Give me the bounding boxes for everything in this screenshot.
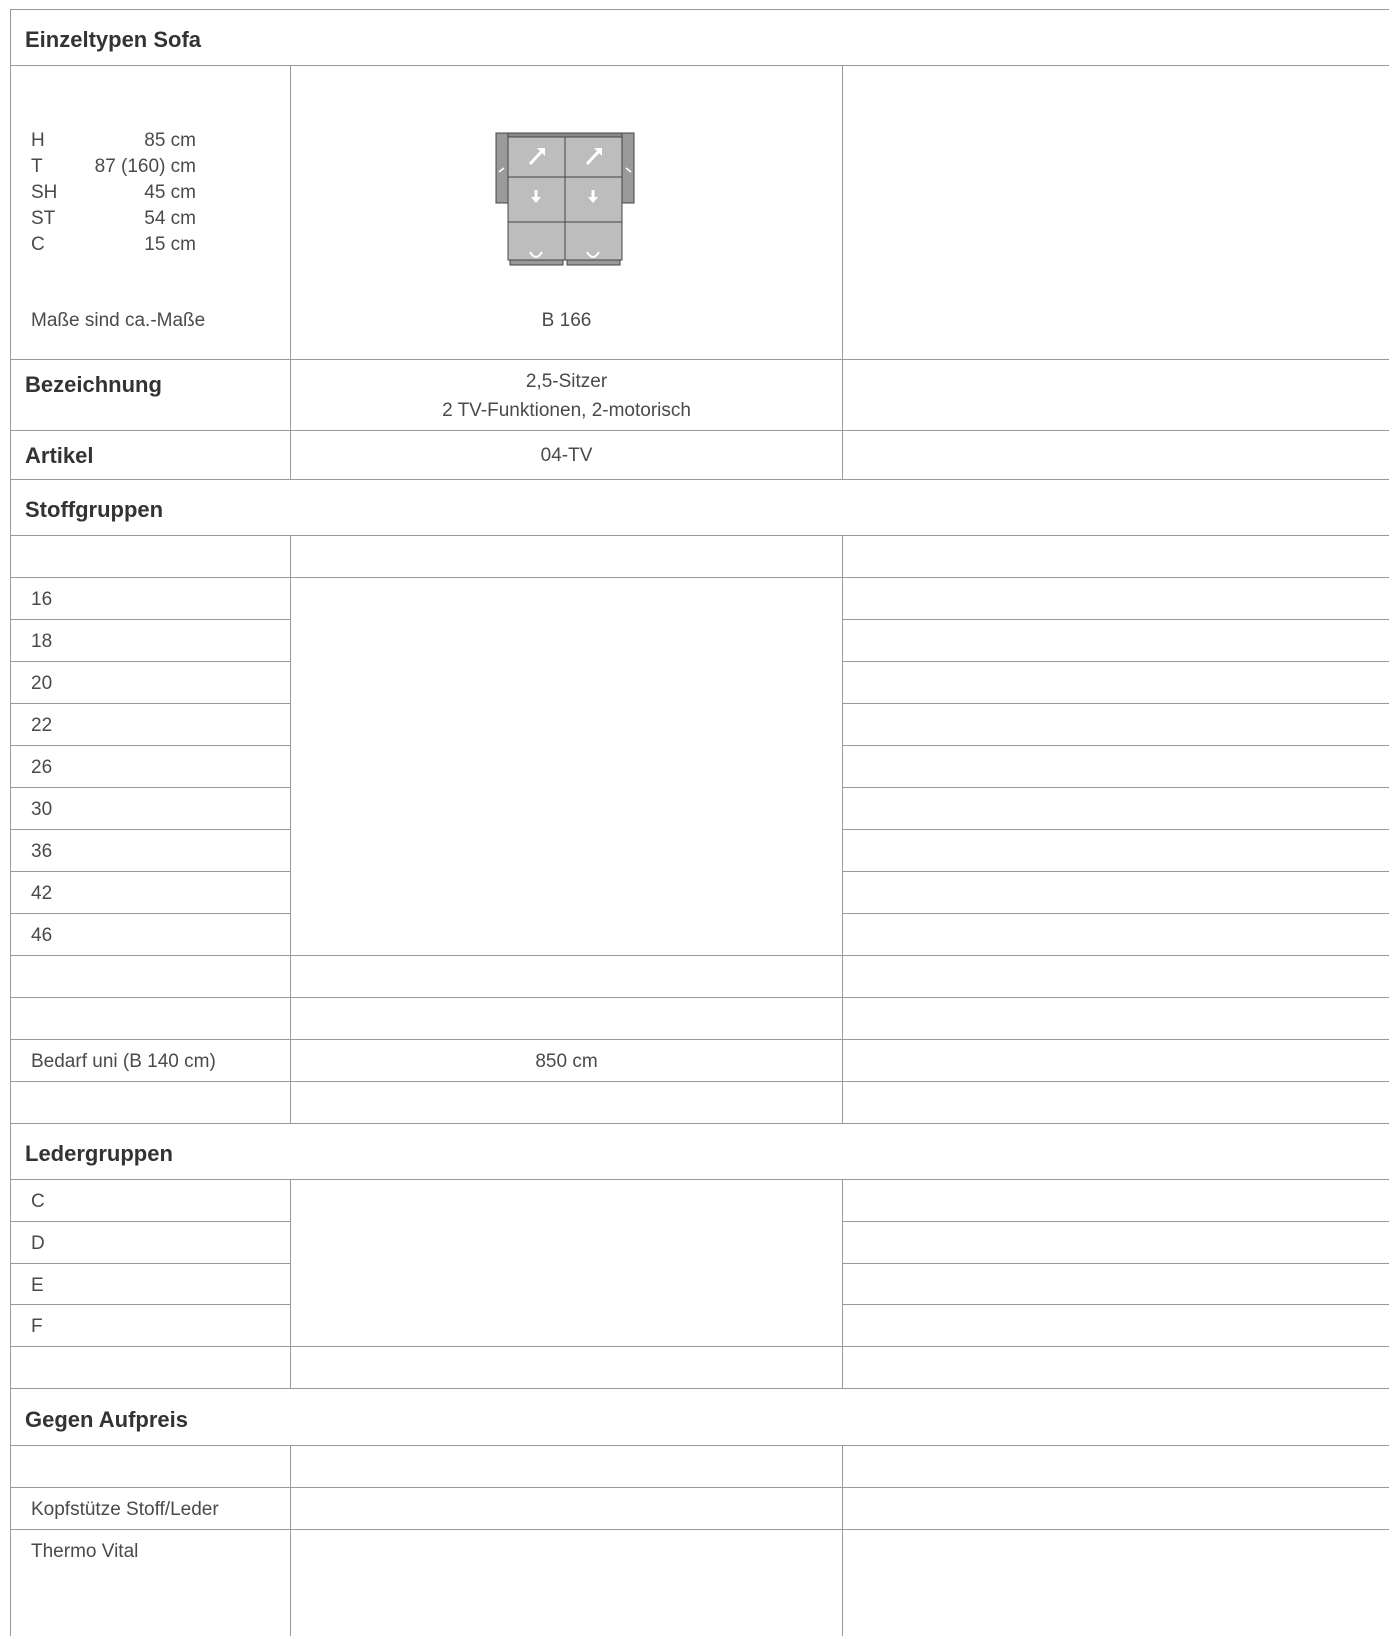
table-row: Thermo Vital <box>10 1529 1389 1636</box>
stoffgruppe-label: 16 <box>31 589 53 610</box>
stoffgruppe-label: 46 <box>31 925 53 946</box>
aufpreis-header: Gegen Aufpreis <box>10 1388 1389 1445</box>
table-row <box>10 535 1389 577</box>
spec-sheet: Einzeltypen Sofa H 85 cm T 87 (160) cm S… <box>10 9 1389 1636</box>
dimension-value: 87 (160) cm <box>94 156 196 177</box>
dimensions-row: H 85 cm T 87 (160) cm SH 45 cm ST 54 cm … <box>10 65 1389 359</box>
dimension-value: 85 cm <box>144 130 196 151</box>
bezeichnung-row: Bezeichnung 2,5-Sitzer 2 TV-Funktionen, … <box>10 359 1389 430</box>
stoffgruppen-header: Stoffgruppen <box>10 479 1389 535</box>
dimension-item: ST 54 cm <box>31 206 196 232</box>
ledergruppe-label: D <box>31 1233 45 1254</box>
dimension-item: SH 45 cm <box>31 180 196 206</box>
dimension-value: 45 cm <box>144 182 196 203</box>
ledergruppen-header: Ledergruppen <box>10 1123 1389 1179</box>
aufpreis-item: Kopfstütze Stoff/Leder <box>31 1499 219 1520</box>
artikel-label: Artikel <box>25 443 94 468</box>
dimension-item: T 87 (160) cm <box>31 154 196 180</box>
sofa-diagram-icon <box>495 132 635 266</box>
dimension-key: H <box>31 130 45 151</box>
table-row <box>10 1081 1389 1123</box>
stoffgruppe-label: 36 <box>31 841 53 862</box>
aufpreis-title: Gegen Aufpreis <box>25 1407 188 1432</box>
bezeichnung-line2: 2 TV-Funktionen, 2-motorisch <box>442 400 691 421</box>
stoffgruppen-price-cell <box>290 578 842 955</box>
stoffgruppe-label: 22 <box>31 715 53 736</box>
ledergruppen-title: Ledergruppen <box>25 1141 173 1166</box>
ledergruppe-label: E <box>31 1275 44 1296</box>
dimension-key: T <box>31 156 43 177</box>
dimension-key: ST <box>31 208 56 229</box>
header-row: Einzeltypen Sofa <box>10 9 1389 65</box>
ledergruppe-label: C <box>31 1191 45 1212</box>
dimension-key: C <box>31 234 45 255</box>
dimensions-note: Maße sind ca.-Maße <box>31 310 206 331</box>
table-row: Kopfstütze Stoff/Leder <box>10 1487 1389 1529</box>
sheet-title: Einzeltypen Sofa <box>25 27 202 52</box>
ledergruppen-price-cell <box>290 1180 842 1346</box>
dimensions-list: H 85 cm T 87 (160) cm SH 45 cm ST 54 cm … <box>31 128 196 258</box>
sofa-width-label: B 166 <box>541 310 592 331</box>
dimension-item: H 85 cm <box>31 128 196 154</box>
bedarf-label: Bedarf uni (B 140 cm) <box>31 1051 216 1072</box>
table-row <box>10 955 1389 997</box>
bezeichnung-label: Bezeichnung <box>25 372 162 397</box>
bedarf-value: 850 cm <box>535 1051 598 1072</box>
artikel-row: Artikel 04-TV <box>10 430 1389 479</box>
sofa-drawing-cell: B 166 <box>290 66 842 359</box>
stoffgruppen-title: Stoffgruppen <box>25 497 164 522</box>
bezeichnung-line1: 2,5-Sitzer <box>525 371 608 392</box>
table-row <box>10 1445 1389 1487</box>
stoffgruppe-label: 20 <box>31 673 53 694</box>
dimension-key: SH <box>31 182 58 203</box>
stoffgruppe-label: 42 <box>31 883 53 904</box>
artikel-value: 04-TV <box>540 445 593 466</box>
aufpreis-item: Thermo Vital <box>31 1541 139 1562</box>
table-row <box>10 1346 1389 1388</box>
table-row <box>10 997 1389 1039</box>
dimension-item: C 15 cm <box>31 232 196 258</box>
dimension-value: 54 cm <box>144 208 196 229</box>
ledergruppe-label: F <box>31 1316 43 1337</box>
stoffgruppe-label: 18 <box>31 631 53 652</box>
bedarf-row: Bedarf uni (B 140 cm) 850 cm <box>10 1039 1389 1081</box>
stoffgruppe-label: 26 <box>31 757 53 778</box>
dimension-value: 15 cm <box>144 234 196 255</box>
dimensions-cell: H 85 cm T 87 (160) cm SH 45 cm ST 54 cm … <box>10 66 290 359</box>
stoffgruppe-label: 30 <box>31 799 53 820</box>
